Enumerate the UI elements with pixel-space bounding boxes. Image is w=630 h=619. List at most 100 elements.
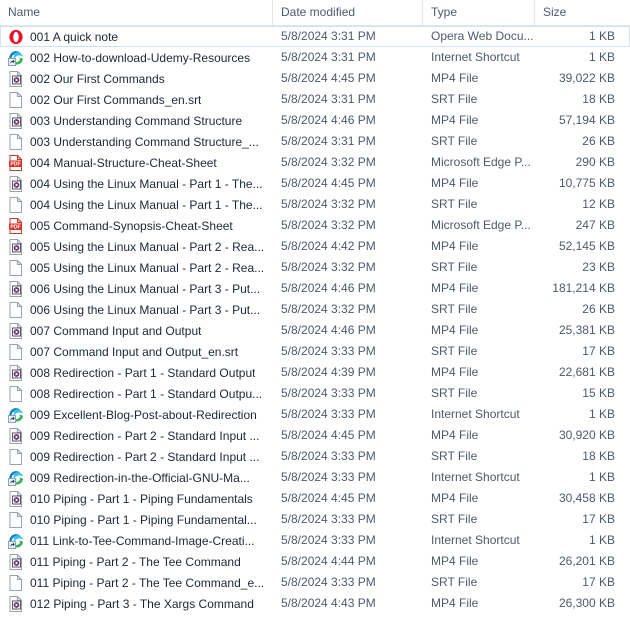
file-name-cell[interactable]: 007 Command Input and Output — [1, 320, 273, 341]
file-name-cell[interactable]: 001 A quick note — [1, 26, 273, 47]
file-row[interactable]: 009 Redirection - Part 2 - Standard Inpu… — [0, 446, 630, 467]
file-name-cell[interactable]: 010 Piping - Part 1 - Piping Fundamental… — [1, 509, 273, 530]
file-row[interactable]: 008 Redirection - Part 1 - Standard Outp… — [0, 383, 630, 404]
srt-icon — [8, 91, 24, 108]
file-row[interactable]: 011 Link-to-Tee-Command-Image-Creati... 5… — [0, 530, 630, 551]
file-name-label: 006 Using the Linux Manual - Part 3 - Pu… — [30, 302, 261, 317]
file-type: MP4 File — [431, 281, 479, 295]
file-type: SRT File — [431, 512, 478, 526]
file-size: 18 KB — [582, 92, 615, 106]
column-header-name[interactable]: Name — [0, 0, 272, 25]
file-row[interactable]: 004 Using the Linux Manual - Part 1 - Th… — [0, 173, 630, 194]
file-name-cell[interactable]: 005 Using the Linux Manual - Part 2 - Re… — [1, 257, 273, 278]
srt-icon — [8, 343, 24, 360]
file-row[interactable]: 003 Understanding Command Structure_... 5… — [0, 131, 630, 152]
file-name-cell[interactable]: 012 Piping - Part 3 - The Xargs Command — [1, 593, 273, 614]
file-row[interactable]: 006 Using the Linux Manual - Part 3 - Pu… — [0, 299, 630, 320]
file-name-cell[interactable]: 002 How-to-download-Udemy-Resources — [1, 47, 273, 68]
file-name-cell[interactable]: 006 Using the Linux Manual - Part 3 - Pu… — [1, 278, 273, 299]
edge-shortcut-icon — [8, 533, 24, 549]
file-name-cell[interactable]: 008 Redirection - Part 1 - Standard Outp… — [1, 383, 273, 404]
file-name-cell[interactable]: 003 Understanding Command Structure — [1, 110, 273, 131]
file-row[interactable]: 008 Redirection - Part 1 - Standard Outp… — [0, 362, 630, 383]
file-explorer-list-view: Name Date modified Type Size 001 A quick… — [0, 0, 630, 619]
column-header-size[interactable]: Size — [534, 0, 630, 25]
file-size: 1 KB — [588, 533, 615, 547]
file-row[interactable]: 011 Piping - Part 2 - The Tee Command 5/8… — [0, 551, 630, 572]
svg-text:PDF: PDF — [10, 161, 20, 167]
file-name-cell[interactable]: 009 Redirection - Part 2 - Standard Inpu… — [1, 425, 273, 446]
file-row[interactable]: 009 Redirection - Part 2 - Standard Inpu… — [0, 425, 630, 446]
file-size: 17 KB — [582, 512, 615, 526]
file-row[interactable]: 002 Our First Commands_en.srt 5/8/2024 3:… — [0, 89, 630, 110]
file-name-cell[interactable]: 006 Using the Linux Manual - Part 3 - Pu… — [1, 299, 273, 320]
file-size: 1 KB — [588, 407, 615, 421]
file-date-modified: 5/8/2024 4:43 PM — [281, 596, 376, 610]
mp4-icon — [8, 490, 24, 507]
file-name-cell[interactable]: 007 Command Input and Output_en.srt — [1, 341, 273, 362]
file-name-cell[interactable]: 011 Link-to-Tee-Command-Image-Creati... — [1, 530, 273, 551]
file-name-label: 010 Piping - Part 1 - Piping Fundamental… — [30, 491, 253, 506]
file-row[interactable]: 006 Using the Linux Manual - Part 3 - Pu… — [0, 278, 630, 299]
file-date-modified: 5/8/2024 3:32 PM — [281, 302, 376, 316]
column-header-date-modified[interactable]: Date modified — [272, 0, 422, 25]
file-name-cell[interactable]: 009 Redirection - Part 2 - Standard Inpu… — [1, 446, 273, 467]
file-type: MP4 File — [431, 491, 479, 505]
file-row[interactable]: 009 Redirection-in-the-Official-GNU-Ma..… — [0, 467, 630, 488]
file-row[interactable]: 011 Piping - Part 2 - The Tee Command_e.… — [0, 572, 630, 593]
edge-shortcut-icon — [8, 407, 24, 423]
file-name-cell[interactable]: 011 Piping - Part 2 - The Tee Command_e.… — [1, 572, 273, 593]
file-name-cell[interactable]: 004 Using the Linux Manual - Part 1 - Th… — [1, 173, 273, 194]
file-name-cell[interactable]: 008 Redirection - Part 1 - Standard Outp… — [1, 362, 273, 383]
file-size: 57,194 KB — [558, 113, 615, 127]
file-row[interactable]: 007 Command Input and Output_en.srt 5/8/2… — [0, 341, 630, 362]
file-date-modified: 5/8/2024 4:45 PM — [281, 176, 376, 190]
file-row[interactable]: 010 Piping - Part 1 - Piping Fundamental… — [0, 488, 630, 509]
file-name-label: 005 Command-Synopsis-Cheat-Sheet — [30, 218, 233, 233]
file-name-cell[interactable]: 002 Our First Commands_en.srt — [1, 89, 273, 110]
file-name-label: 009 Redirection-in-the-Official-GNU-Ma..… — [30, 470, 250, 485]
file-row[interactable]: 002 How-to-download-Udemy-Resources 5/8/2… — [0, 47, 630, 68]
file-date-modified: 5/8/2024 3:33 PM — [281, 344, 376, 358]
file-name-label: 002 Our First Commands — [30, 71, 165, 86]
file-row[interactable]: 010 Piping - Part 1 - Piping Fundamental… — [0, 509, 630, 530]
file-date-modified: 5/8/2024 3:33 PM — [281, 449, 376, 463]
file-date-modified: 5/8/2024 3:31 PM — [281, 92, 376, 106]
file-row[interactable]: 012 Piping - Part 3 - The Xargs Command 5… — [0, 593, 630, 614]
file-name-cell[interactable]: 002 Our First Commands — [1, 68, 273, 89]
mp4-icon — [8, 175, 24, 192]
file-row[interactable]: 004 Using the Linux Manual - Part 1 - Th… — [0, 194, 630, 215]
file-date-modified: 5/8/2024 3:33 PM — [281, 512, 376, 526]
file-size: 26,300 KB — [558, 596, 615, 610]
file-row[interactable]: PDF 004 Manual-Structure-Cheat-Sheet 5/8/2… — [0, 152, 630, 173]
file-row[interactable]: 009 Excellent-Blog-Post-about-Redirectio… — [0, 404, 630, 425]
file-row[interactable]: 005 Using the Linux Manual - Part 2 - Re… — [0, 257, 630, 278]
file-name-cell[interactable]: 009 Redirection-in-the-Official-GNU-Ma..… — [1, 467, 273, 488]
file-name-label: 012 Piping - Part 3 - The Xargs Command — [30, 596, 254, 611]
file-date-modified: 5/8/2024 3:32 PM — [281, 197, 376, 211]
file-name-cell[interactable]: PDF 004 Manual-Structure-Cheat-Sheet — [1, 152, 273, 173]
file-row[interactable]: 003 Understanding Command Structure 5/8/2… — [0, 110, 630, 131]
file-date-modified: 5/8/2024 3:31 PM — [281, 50, 376, 64]
file-name-cell[interactable]: 009 Excellent-Blog-Post-about-Redirectio… — [1, 404, 273, 425]
file-type: SRT File — [431, 260, 478, 274]
file-row[interactable]: 002 Our First Commands 5/8/2024 4:45 PM MP… — [0, 68, 630, 89]
file-row[interactable]: 005 Using the Linux Manual - Part 2 - Re… — [0, 236, 630, 257]
file-type: MP4 File — [431, 596, 479, 610]
file-row[interactable]: 001 A quick note 5/8/2024 3:31 PM Opera We… — [0, 26, 630, 47]
file-date-modified: 5/8/2024 4:42 PM — [281, 239, 376, 253]
file-name-label: 005 Using the Linux Manual - Part 2 - Re… — [30, 239, 265, 254]
file-name-cell[interactable]: 005 Using the Linux Manual - Part 2 - Re… — [1, 236, 273, 257]
file-row[interactable]: 007 Command Input and Output 5/8/2024 4:4… — [0, 320, 630, 341]
mp4-icon — [8, 238, 24, 255]
file-name-cell[interactable]: 003 Understanding Command Structure_... — [1, 131, 273, 152]
file-row[interactable]: PDF 005 Command-Synopsis-Cheat-Sheet 5/8/2… — [0, 215, 630, 236]
file-name-cell[interactable]: PDF 005 Command-Synopsis-Cheat-Sheet — [1, 215, 273, 236]
file-name-cell[interactable]: 010 Piping - Part 1 - Piping Fundamental… — [1, 488, 273, 509]
file-name-cell[interactable]: 011 Piping - Part 2 - The Tee Command — [1, 551, 273, 572]
mp4-icon — [8, 70, 24, 87]
column-header-type[interactable]: Type — [422, 0, 534, 25]
file-name-cell[interactable]: 004 Using the Linux Manual - Part 1 - Th… — [1, 194, 273, 215]
file-type: Opera Web Docu... — [431, 29, 534, 43]
file-name-label: 004 Manual-Structure-Cheat-Sheet — [30, 155, 217, 170]
